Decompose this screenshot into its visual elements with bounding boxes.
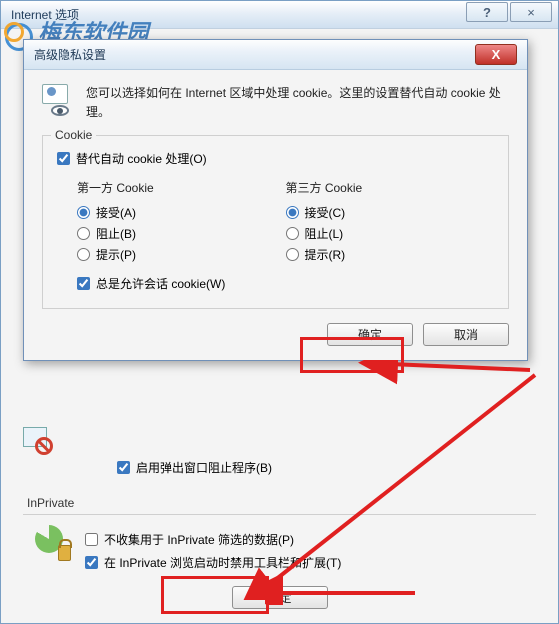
inner-title-text: 高级隐私设置 (34, 46, 106, 63)
cookie-legend: Cookie (51, 128, 96, 142)
close-button[interactable]: × (510, 2, 552, 22)
first-accept-radio[interactable]: 接受(A) (77, 204, 286, 221)
inprivate-disable-toolbars-checkbox[interactable]: 在 InPrivate 浏览启动时禁用工具栏和扩展(T) (85, 554, 536, 571)
inprivate-icon (35, 525, 71, 561)
advanced-privacy-dialog: 高级隐私设置 X 您可以选择如何在 Internet 区域中处理 cookie。… (23, 39, 528, 361)
inprivate-nodata-label: 不收集用于 InPrivate 筛选的数据(P) (104, 531, 294, 548)
session-cookie-checkbox[interactable]: 总是允许会话 cookie(W) (77, 275, 494, 292)
divider (23, 514, 536, 515)
session-cookie-label: 总是允许会话 cookie(W) (96, 275, 225, 292)
third-party-heading: 第三方 Cookie (286, 179, 495, 196)
first-prompt-radio[interactable]: 提示(P) (77, 246, 286, 263)
third-block-radio[interactable]: 阻止(L) (286, 225, 495, 242)
help-button[interactable]: ? (466, 2, 508, 22)
inprivate-nodata-checkbox[interactable]: 不收集用于 InPrivate 筛选的数据(P) (85, 531, 536, 548)
inner-close-button[interactable]: X (475, 44, 517, 65)
internet-options-dialog: Internet 选项 ? × 高级隐私设置 X 您可以选择如何在 Intern… (0, 0, 559, 624)
intro-text: 您可以选择如何在 Internet 区域中处理 cookie。这里的设置替代自动… (86, 84, 509, 121)
outer-ok-button[interactable]: 确定 (232, 586, 328, 609)
inner-ok-button[interactable]: 确定 (327, 323, 413, 346)
inprivate-legend: InPrivate (27, 496, 536, 510)
session-cookie-input[interactable] (77, 277, 90, 290)
first-party-heading: 第一方 Cookie (77, 179, 286, 196)
override-auto-input[interactable] (57, 152, 70, 165)
popup-blocker-checkbox[interactable]: 启用弹出窗口阻止程序(B) (117, 459, 536, 476)
third-prompt-radio[interactable]: 提示(R) (286, 246, 495, 263)
popup-blocker-icon (23, 425, 53, 455)
first-block-radio[interactable]: 阻止(B) (77, 225, 286, 242)
cookie-fieldset: Cookie 替代自动 cookie 处理(O) 第一方 Cookie 接受(A… (42, 135, 509, 309)
popup-blocker-label: 启用弹出窗口阻止程序(B) (136, 459, 272, 476)
third-accept-radio[interactable]: 接受(C) (286, 204, 495, 221)
privacy-icon (42, 84, 76, 118)
inprivate-disable-toolbars-label: 在 InPrivate 浏览启动时禁用工具栏和扩展(T) (104, 554, 341, 571)
override-auto-label: 替代自动 cookie 处理(O) (76, 150, 207, 167)
override-auto-checkbox[interactable]: 替代自动 cookie 处理(O) (57, 150, 494, 167)
inner-cancel-button[interactable]: 取消 (423, 323, 509, 346)
